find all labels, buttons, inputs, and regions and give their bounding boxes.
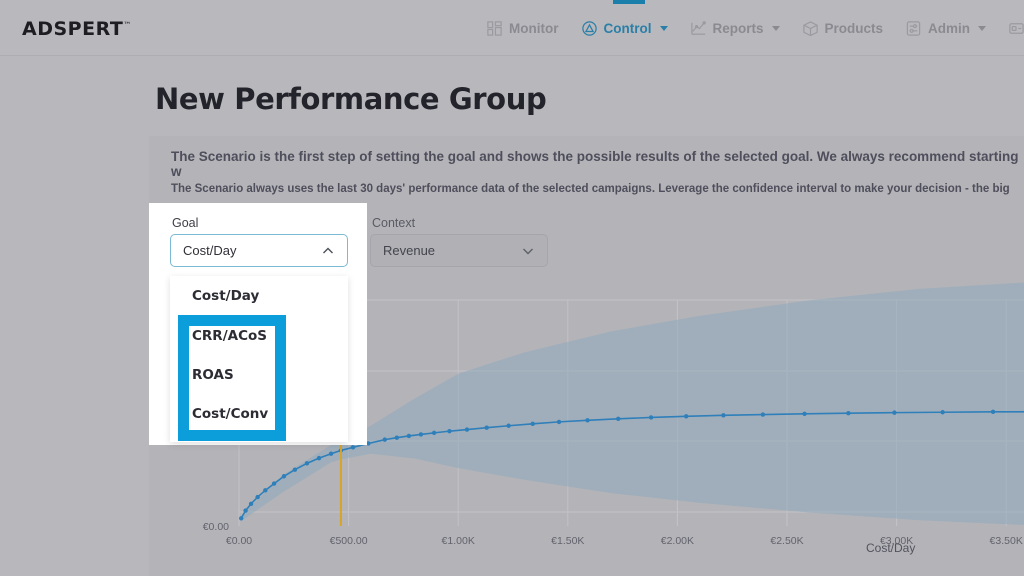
nav-item-control[interactable]: Control [581, 20, 668, 37]
page-title: New Performance Group [155, 82, 547, 116]
scenario-blurb-secondary: The Scenario always uses the last 30 day… [171, 183, 1010, 195]
svg-text:€0.00: €0.00 [203, 521, 229, 533]
context-select[interactable]: Revenue [370, 234, 548, 267]
trademark-symbol: ™ [123, 20, 132, 30]
svg-text:€500.00: €500.00 [330, 535, 368, 547]
brand-logo[interactable]: ADSPERT™ [22, 18, 132, 40]
nav-items: Monitor Control Reports Products Admin [486, 0, 1024, 56]
dropdown-option-label: CRR/ACoS [192, 328, 267, 344]
svg-text:€2.50K: €2.50K [770, 535, 803, 547]
brand-name: ADSPERT [22, 18, 124, 40]
nav-item-products[interactable]: Products [802, 20, 884, 37]
scenario-blurb-primary: The Scenario is the first step of settin… [171, 149, 1019, 179]
grid-icon [486, 20, 503, 37]
context-selected-value: Revenue [383, 243, 436, 258]
card-icon [1008, 20, 1024, 37]
chart-icon [690, 20, 707, 37]
dropdown-option-cost-conv[interactable]: Cost/Conv [170, 394, 348, 434]
box-icon [802, 20, 819, 37]
nav-label-products: Products [824, 20, 884, 36]
chart-xaxis-title: Cost/Day [866, 541, 916, 555]
nav-item-monitor[interactable]: Monitor [486, 20, 559, 37]
dropdown-option-crr-acos[interactable]: CRR/ACoS [170, 316, 348, 356]
svg-text:€1.50K: €1.50K [551, 535, 584, 547]
context-field-label: Context [372, 216, 416, 230]
dropdown-option-cost-day[interactable]: Cost/Day [170, 276, 348, 316]
goal-select[interactable]: Cost/Day [170, 234, 348, 267]
chevron-down-icon [659, 25, 668, 31]
sliders-icon [905, 20, 922, 37]
nav-label-monitor: Monitor [509, 20, 559, 36]
chevron-down-icon [771, 25, 780, 31]
chevron-up-icon[interactable] [321, 244, 335, 258]
goal-selected-value: Cost/Day [183, 243, 237, 258]
control-icon [581, 20, 598, 37]
dropdown-option-label: Cost/Day [192, 288, 260, 304]
nav-label-admin: Admin [928, 20, 971, 36]
top-navigation-bar: ADSPERT™ Monitor Control Reports Product… [0, 0, 1024, 56]
svg-text:€0.00: €0.00 [226, 535, 252, 547]
goal-field-label: Goal [172, 216, 199, 230]
chevron-down-icon [978, 25, 987, 31]
dropdown-option-label: ROAS [192, 367, 234, 383]
dropdown-option-label: Cost/Conv [192, 406, 269, 422]
dropdown-option-roas[interactable]: ROAS [170, 355, 348, 395]
svg-text:€2.00K: €2.00K [661, 535, 694, 547]
nav-label-control: Control [603, 20, 652, 36]
nav-item-admin[interactable]: Admin [905, 20, 987, 37]
nav-label-reports: Reports [712, 20, 764, 36]
nav-item-trailing[interactable] [1008, 20, 1024, 37]
goal-dropdown-menu[interactable]: Cost/Day CRR/ACoS ROAS Cost/Conv [170, 276, 348, 442]
svg-text:€1.00K: €1.00K [442, 535, 475, 547]
nav-item-reports[interactable]: Reports [690, 20, 780, 37]
svg-text:€3.50K: €3.50K [990, 535, 1023, 547]
chevron-down-icon[interactable] [521, 244, 535, 258]
